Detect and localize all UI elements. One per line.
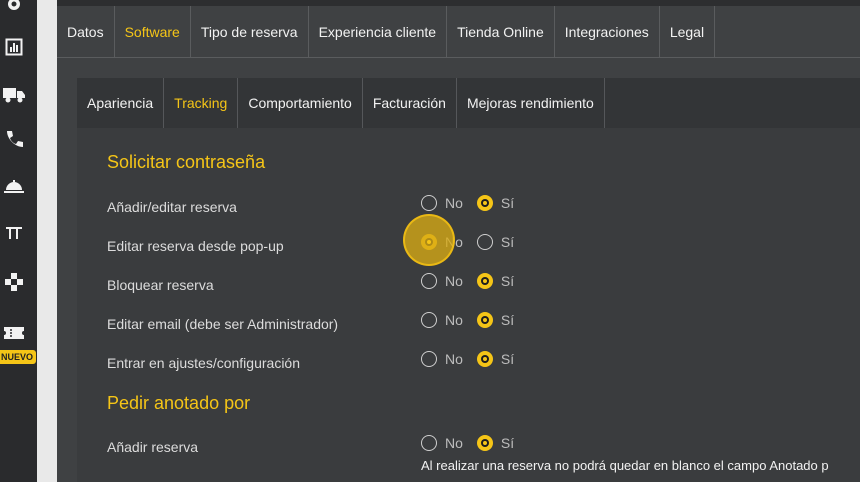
gamepad-icon[interactable] bbox=[0, 270, 28, 294]
gear-icon[interactable] bbox=[0, 0, 28, 16]
radio-circle[interactable] bbox=[476, 234, 493, 250]
radio-yes[interactable]: Sí bbox=[476, 273, 514, 289]
main-content: Datos Software Tipo de reserva Experienc… bbox=[57, 0, 860, 482]
row-label: Añadir/editar reserva bbox=[107, 199, 237, 215]
radio-yes[interactable]: Sí bbox=[476, 312, 514, 328]
radio-circle[interactable] bbox=[421, 312, 437, 328]
radio-no[interactable]: No bbox=[421, 273, 463, 289]
ticket-icon[interactable] bbox=[0, 321, 28, 345]
row-label: Editar email (debe ser Administrador) bbox=[107, 316, 339, 332]
sidebar: NUEVO bbox=[0, 0, 37, 482]
tab-comportamiento[interactable]: Comportamiento bbox=[238, 78, 363, 128]
sub-tabs: Apariencia Tracking Comportamiento Factu… bbox=[77, 78, 860, 128]
radio-circle-selected[interactable] bbox=[476, 273, 493, 289]
tab-mejoras-rendimiento[interactable]: Mejoras rendimiento bbox=[457, 78, 605, 128]
radio-circle[interactable] bbox=[421, 435, 437, 451]
radio-circle-selected[interactable] bbox=[476, 351, 493, 367]
chart-icon[interactable] bbox=[0, 35, 28, 59]
radio-group: No Sí bbox=[421, 273, 528, 289]
tab-integraciones[interactable]: Integraciones bbox=[555, 6, 660, 58]
tab-apariencia[interactable]: Apariencia bbox=[77, 78, 165, 128]
section-title-annotated: Pedir anotado por bbox=[107, 393, 251, 413]
settings-panel: Apariencia Tracking Comportamiento Factu… bbox=[77, 78, 860, 482]
radio-yes[interactable]: Sí bbox=[476, 195, 514, 211]
tab-facturacion[interactable]: Facturación bbox=[363, 78, 457, 128]
radio-circle[interactable] bbox=[421, 273, 437, 289]
radio-circle-selected[interactable] bbox=[476, 312, 493, 328]
row-label: Editar reserva desde pop-up bbox=[107, 238, 284, 254]
radio-circle-selected[interactable] bbox=[476, 195, 493, 211]
tab-tienda-online[interactable]: Tienda Online bbox=[447, 6, 555, 58]
radio-group: No Sí bbox=[421, 312, 528, 328]
row-label: Añadir reserva bbox=[107, 439, 199, 455]
radio-yes[interactable]: Sí bbox=[476, 351, 514, 367]
gutter bbox=[37, 0, 57, 482]
radio-yes[interactable]: Sí bbox=[476, 435, 514, 451]
radio-group: No Sí bbox=[421, 351, 528, 367]
section-title-password: Solicitar contraseña bbox=[107, 152, 266, 172]
tab-legal[interactable]: Legal bbox=[660, 6, 716, 58]
radio-circle-selected[interactable] bbox=[476, 435, 493, 451]
new-badge: NUEVO bbox=[0, 350, 37, 364]
radio-yes[interactable]: Sí bbox=[476, 234, 514, 250]
radio-no[interactable]: No bbox=[421, 195, 463, 211]
tab-tracking[interactable]: Tracking bbox=[164, 78, 239, 128]
radio-no[interactable]: No bbox=[421, 234, 463, 250]
main-tabs: Datos Software Tipo de reserva Experienc… bbox=[57, 6, 716, 58]
radio-circle-selected[interactable] bbox=[421, 234, 437, 250]
radio-group: No Sí bbox=[421, 234, 528, 250]
cloche-icon[interactable] bbox=[0, 174, 28, 198]
radio-group: No Sí bbox=[421, 195, 528, 211]
row-label: Entrar en ajustes/configuración bbox=[107, 355, 300, 371]
tab-software[interactable]: Software bbox=[115, 6, 191, 58]
help-note: Al realizar una reserva no podrá quedar … bbox=[421, 458, 829, 473]
radio-circle[interactable] bbox=[421, 195, 437, 211]
truck-icon[interactable] bbox=[0, 82, 28, 106]
radio-no[interactable]: No bbox=[421, 435, 463, 451]
tab-experiencia-cliente[interactable]: Experiencia cliente bbox=[309, 6, 448, 58]
tab-tipo-de-reserva[interactable]: Tipo de reserva bbox=[191, 6, 309, 58]
radio-no[interactable]: No bbox=[421, 312, 463, 328]
radio-circle[interactable] bbox=[421, 351, 437, 367]
row-label: Bloquear reserva bbox=[107, 277, 214, 293]
phone-icon[interactable] bbox=[0, 127, 28, 151]
divider bbox=[57, 57, 860, 58]
radio-no[interactable]: No bbox=[421, 351, 463, 367]
radio-group: No Sí bbox=[421, 435, 528, 451]
pi-icon[interactable] bbox=[0, 221, 28, 245]
tab-datos[interactable]: Datos bbox=[57, 6, 115, 58]
